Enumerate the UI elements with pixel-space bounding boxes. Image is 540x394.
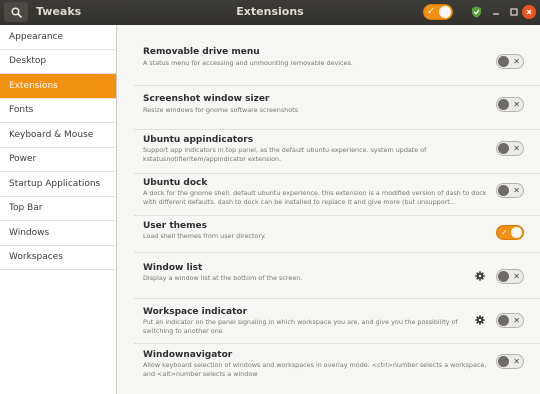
close-button[interactable] bbox=[522, 5, 536, 19]
extension-name: User themes bbox=[143, 221, 207, 231]
check-icon: ✓ bbox=[427, 6, 436, 17]
sidebar-item-label: Top Bar bbox=[9, 203, 43, 214]
extension-toggle[interactable]: ✕ bbox=[496, 97, 524, 112]
sidebar-item-label: Workspaces bbox=[9, 252, 63, 263]
extension-row: Ubuntu dock A dock for the gnome shell. … bbox=[134, 174, 540, 216]
minimize-icon bbox=[493, 13, 499, 15]
extension-row: Windownavigator Allow keyboard selection… bbox=[134, 344, 540, 394]
extension-name: Removable drive menu bbox=[143, 47, 260, 57]
extension-row: Screenshot window sizer Resize windows f… bbox=[134, 86, 540, 130]
extension-name: Windownavigator bbox=[143, 350, 233, 360]
sidebar-item-desktop[interactable]: Desktop bbox=[0, 50, 116, 74]
sidebar-item-startup-applications[interactable]: Startup Applications bbox=[0, 172, 116, 197]
extension-toggle[interactable]: ✕ bbox=[496, 354, 524, 369]
sidebar-item-workspaces[interactable]: Workspaces bbox=[0, 246, 116, 270]
extension-name: Ubuntu dock bbox=[143, 178, 208, 188]
switch-knob bbox=[498, 143, 509, 154]
close-icon: ✕ bbox=[513, 57, 520, 66]
sidebar-item-label: Power bbox=[9, 154, 37, 165]
extension-description: Display a window list at the bottom of t… bbox=[143, 274, 303, 282]
gear-icon[interactable] bbox=[475, 315, 485, 325]
sidebar-item-label: Windows bbox=[9, 227, 50, 238]
extension-toggle[interactable]: ✕ bbox=[496, 54, 524, 69]
search-button[interactable] bbox=[4, 2, 28, 22]
switch-knob bbox=[498, 99, 509, 110]
close-icon: ✕ bbox=[513, 186, 520, 195]
switch-knob bbox=[498, 271, 509, 282]
extension-description: A dock for the gnome shell. default ubun… bbox=[143, 189, 487, 206]
sidebar-item-extensions[interactable]: Extensions bbox=[0, 74, 116, 99]
close-icon: ✕ bbox=[513, 100, 520, 109]
extension-toggle[interactable]: ✕ bbox=[496, 183, 524, 198]
sidebar-item-power[interactable]: Power bbox=[0, 148, 116, 172]
sidebar-item-label: Keyboard & Mouse bbox=[9, 129, 94, 140]
close-icon: ✕ bbox=[513, 144, 520, 153]
close-icon: ✕ bbox=[513, 316, 520, 325]
sidebar-item-appearance[interactable]: Appearance bbox=[0, 25, 116, 50]
header-bar: Tweaks Extensions ✓ bbox=[0, 0, 540, 25]
close-icon: ✕ bbox=[513, 272, 520, 281]
check-icon: ✓ bbox=[501, 228, 508, 237]
sidebar-item-label: Extensions bbox=[9, 80, 58, 91]
close-icon bbox=[526, 9, 532, 15]
switch-knob bbox=[498, 185, 509, 196]
sidebar-item-label: Desktop bbox=[9, 56, 47, 67]
extension-name: Ubuntu appindicators bbox=[143, 135, 254, 145]
extension-description: Load shell themes from user directory. bbox=[143, 232, 266, 240]
sidebar-item-fonts[interactable]: Fonts bbox=[0, 99, 116, 123]
extension-toggle[interactable]: ✓ bbox=[496, 225, 524, 240]
extension-toggle[interactable]: ✕ bbox=[496, 269, 524, 284]
switch-knob bbox=[498, 356, 509, 367]
sidebar-item-label: Startup Applications bbox=[9, 178, 101, 189]
extension-name: Workspace indicator bbox=[143, 307, 248, 317]
extension-toggle[interactable]: ✕ bbox=[496, 141, 524, 156]
sidebar-item-top-bar[interactable]: Top Bar bbox=[0, 197, 116, 221]
switch-knob bbox=[498, 315, 509, 326]
extension-description: A status menu for accessing and unmounti… bbox=[143, 59, 353, 67]
extension-row: Removable drive menu A status menu for a… bbox=[134, 42, 540, 86]
extensions-global-switch[interactable]: ✓ bbox=[423, 4, 453, 20]
extension-description: Put an indicator on the panel signaling … bbox=[143, 318, 458, 335]
extension-row: Workspace indicator Put an indicator on … bbox=[134, 299, 540, 344]
extension-toggle[interactable]: ✕ bbox=[496, 313, 524, 328]
maximize-button[interactable] bbox=[507, 5, 521, 19]
shield-icon bbox=[472, 6, 481, 18]
gear-icon[interactable] bbox=[475, 271, 485, 281]
minimize-button[interactable] bbox=[489, 5, 503, 19]
sidebar-item-keyboard-mouse[interactable]: Keyboard & Mouse bbox=[0, 123, 116, 148]
switch-knob bbox=[439, 6, 451, 18]
maximize-icon bbox=[510, 8, 518, 16]
extensions-list: Removable drive menu A status menu for a… bbox=[118, 25, 540, 394]
extension-row: Window list Display a window list at the… bbox=[134, 253, 540, 299]
switch-knob bbox=[498, 56, 509, 67]
extension-name: Window list bbox=[143, 263, 203, 273]
close-icon: ✕ bbox=[513, 357, 520, 366]
sidebar: Appearance Desktop Extensions Fonts Keyb… bbox=[0, 25, 117, 394]
extension-name: Screenshot window sizer bbox=[143, 94, 270, 104]
extension-row: User themes Load shell themes from user … bbox=[134, 216, 540, 253]
switch-knob bbox=[511, 227, 522, 238]
sidebar-item-label: Appearance bbox=[9, 31, 64, 42]
extension-row: Ubuntu appindicators Support app indicat… bbox=[134, 130, 540, 174]
extension-description: Support app indicators in top panel, as … bbox=[143, 146, 427, 163]
sidebar-item-label: Fonts bbox=[9, 105, 34, 116]
extension-description: Resize windows for gnome software screen… bbox=[143, 106, 298, 114]
search-icon bbox=[10, 6, 22, 18]
app-title: Tweaks bbox=[36, 5, 82, 18]
extension-description: Allow keyboard selection of windows and … bbox=[143, 361, 487, 378]
sidebar-item-windows[interactable]: Windows bbox=[0, 221, 116, 246]
